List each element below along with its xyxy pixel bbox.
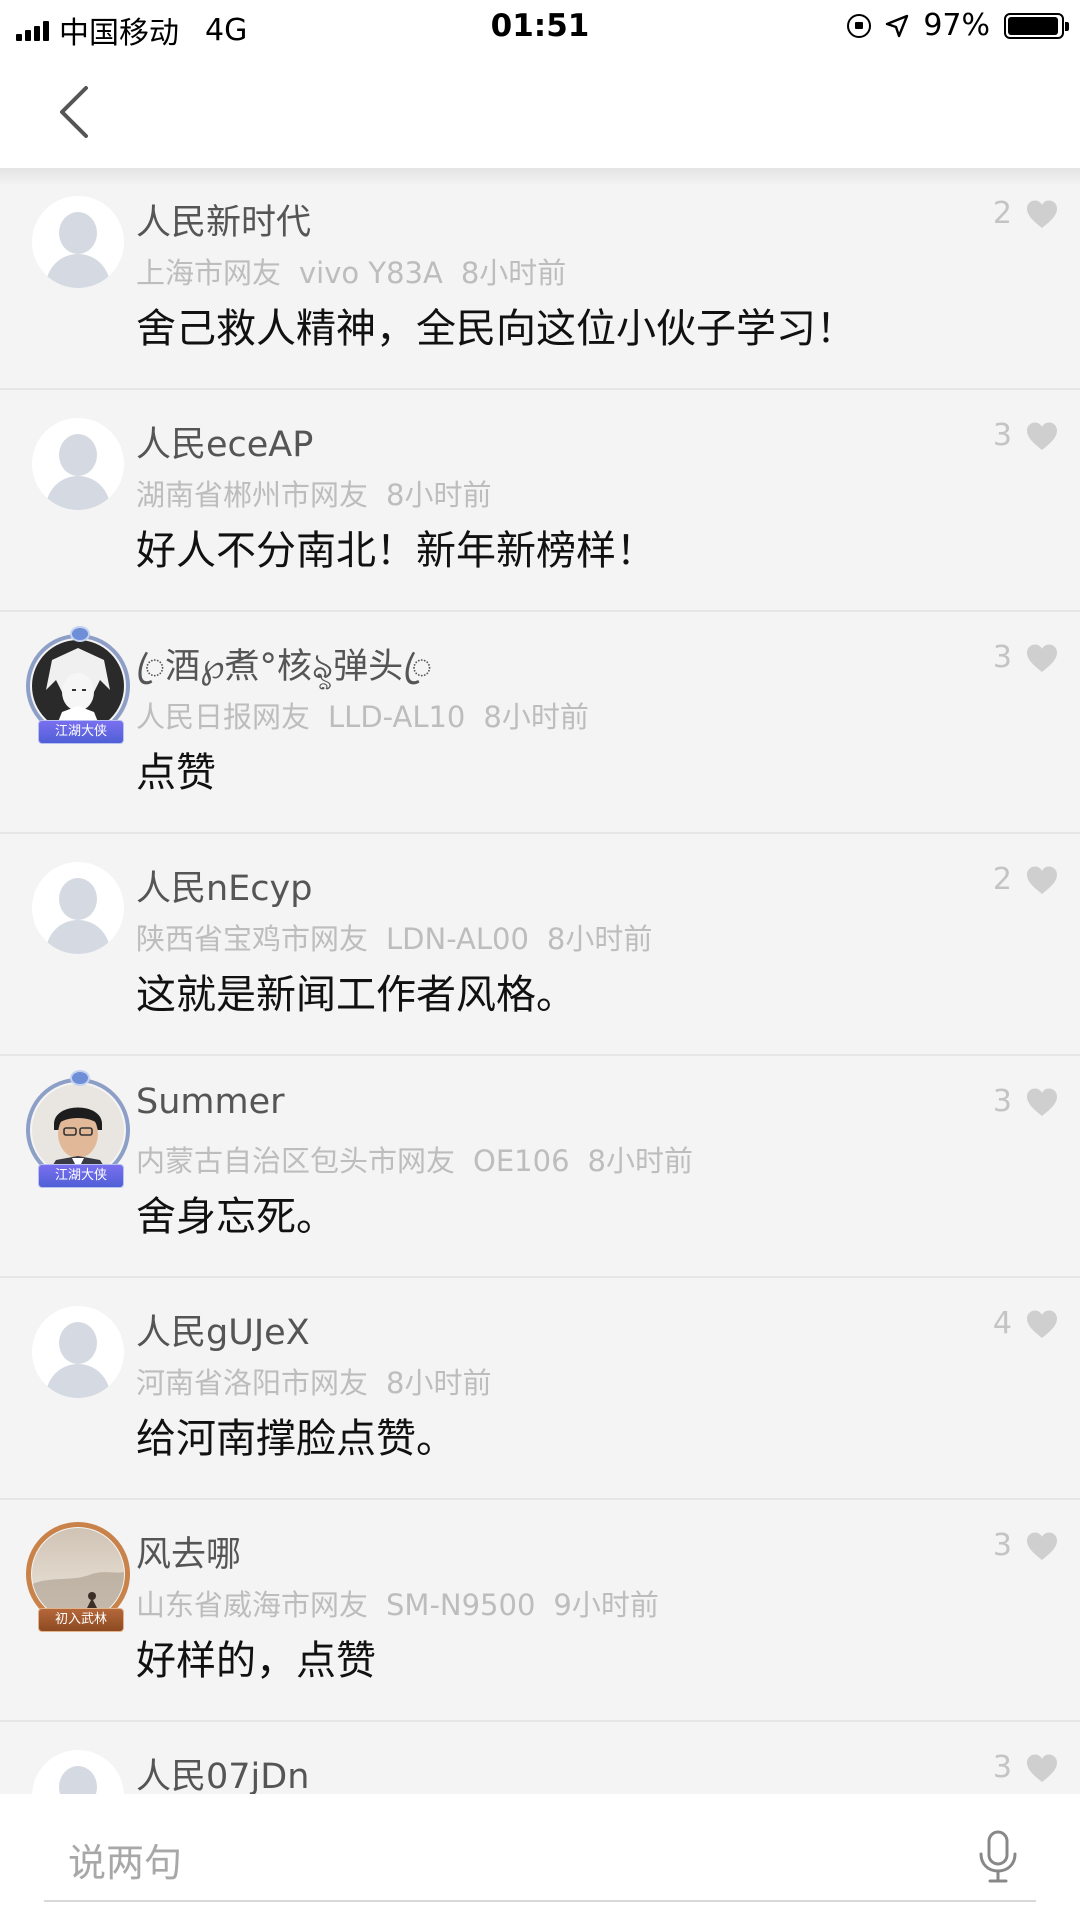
heart-icon bbox=[1027, 1754, 1057, 1782]
comment-username[interactable]: 人民gUJeX bbox=[136, 1304, 310, 1355]
battery-percent: 97% bbox=[923, 8, 990, 43]
heart-icon bbox=[1027, 1532, 1057, 1560]
like-count: 3 bbox=[992, 1528, 1012, 1563]
like-count: 4 bbox=[992, 1306, 1012, 1341]
list-top-shadow bbox=[0, 168, 1080, 186]
comment-device: vivo Y83A bbox=[299, 256, 443, 290]
comment-region: 人民日报网友 bbox=[136, 700, 311, 734]
nav-bar bbox=[0, 56, 1080, 168]
heart-icon bbox=[1027, 644, 1057, 672]
comment-region: 山东省威海市网友 bbox=[136, 1588, 369, 1622]
rotation-lock-icon bbox=[847, 13, 872, 38]
level-badge: 江湖大侠 bbox=[38, 720, 124, 744]
comment-input-bar: 说两句 bbox=[0, 1794, 1080, 1920]
chevron-left-icon bbox=[60, 86, 88, 138]
comment-region: 上海市网友 bbox=[136, 256, 282, 290]
heart-icon bbox=[1027, 200, 1057, 228]
avatar[interactable] bbox=[32, 1306, 124, 1398]
comment-text: 好人不分南北！新年新榜样！ bbox=[136, 528, 656, 574]
comment-time: 8小时前 bbox=[546, 922, 653, 956]
frame-gem-icon bbox=[70, 626, 90, 642]
comment-username[interactable]: 人民nEcyp bbox=[136, 860, 312, 911]
like-count: 3 bbox=[992, 418, 1012, 453]
comment-meta: 上海市网友 vivo Y83A 8小时前 bbox=[136, 250, 566, 292]
comment-device: OE106 bbox=[473, 1144, 570, 1178]
comment-region: 陕西省宝鸡市网友 bbox=[136, 922, 369, 956]
input-underline bbox=[44, 1900, 1036, 1902]
like-button[interactable]: 3 bbox=[993, 418, 1058, 453]
comment-region: 内蒙古自治区包头市网友 bbox=[136, 1144, 456, 1178]
comment-username[interactable]: 风去哪 bbox=[136, 1526, 241, 1577]
like-button[interactable]: 2 bbox=[993, 196, 1058, 231]
comment-meta: 内蒙古自治区包头市网友 OE106 8小时前 bbox=[136, 1138, 693, 1180]
heart-icon bbox=[1027, 1088, 1057, 1116]
comment-time: 8小时前 bbox=[483, 700, 589, 734]
comment-meta: 河南省洛阳市网友 8小时前 bbox=[136, 1360, 491, 1402]
comment-item: 人民07jDn 3 bbox=[0, 1722, 1080, 1794]
comment-meta: 湖南省郴州市网友 8小时前 bbox=[136, 472, 491, 514]
comment-text: 好样的，点赞 bbox=[136, 1638, 376, 1684]
comment-region: 湖南省郴州市网友 bbox=[136, 478, 369, 512]
level-badge: 江湖大侠 bbox=[38, 1164, 124, 1188]
level-badge: 初入武林 bbox=[38, 1608, 124, 1632]
comment-username[interactable]: 人民eceAP bbox=[136, 416, 313, 467]
comment-username[interactable]: 人民新时代 bbox=[136, 194, 311, 245]
frame-gem-icon bbox=[70, 1070, 90, 1086]
comment-item: 人民gUJeX 河南省洛阳市网友 8小时前 给河南撑脸点赞。 4 bbox=[0, 1278, 1080, 1500]
comment-device: LLD-AL10 bbox=[328, 700, 466, 734]
comment-region: 河南省洛阳市网友 bbox=[136, 1366, 369, 1400]
comment-list[interactable]: 人民新时代 上海市网友 vivo Y83A 8小时前 舍己救人精神，全民向这位小伙子… bbox=[0, 168, 1080, 1794]
heart-icon bbox=[1027, 422, 1057, 450]
comment-text: 点赞 bbox=[136, 750, 216, 796]
like-button[interactable]: 3 bbox=[993, 1084, 1058, 1119]
like-count: 3 bbox=[992, 1750, 1012, 1785]
comment-username[interactable]: Summer bbox=[136, 1082, 285, 1122]
comment-meta: 陕西省宝鸡市网友 LDN-AL00 8小时前 bbox=[136, 916, 652, 958]
avatar[interactable] bbox=[32, 1750, 124, 1794]
comment-text: 舍身忘死。 bbox=[136, 1194, 336, 1240]
like-count: 3 bbox=[992, 1084, 1012, 1119]
comment-meta: 人民日报网友 LLD-AL10 8小时前 bbox=[136, 694, 589, 736]
comment-item: 江湖大侠 ꦿ酒℘煮°核ৡ弹头ꦿ 人民日报网友 LLD-AL10 8小时前 点赞 3 bbox=[0, 612, 1080, 834]
comment-item: 江湖大侠 Summer 内蒙古自治区包头市网友 OE106 8小时前 舍身忘死。 3 bbox=[0, 1056, 1080, 1278]
like-count: 2 bbox=[992, 196, 1012, 231]
heart-icon bbox=[1027, 1310, 1057, 1338]
comment-item: 初入武林 风去哪 山东省威海市网友 SM-N9500 9小时前 好样的，点赞 3 bbox=[0, 1500, 1080, 1722]
comment-text: 舍己救人精神，全民向这位小伙子学习！ bbox=[136, 306, 856, 352]
heart-icon bbox=[1027, 866, 1057, 894]
like-button[interactable]: 2 bbox=[993, 862, 1058, 897]
like-button[interactable]: 3 bbox=[993, 640, 1058, 675]
like-count: 3 bbox=[992, 640, 1012, 675]
comment-meta: 山东省威海市网友 SM-N9500 9小时前 bbox=[136, 1582, 659, 1624]
comment-input[interactable]: 说两句 bbox=[68, 1832, 182, 1887]
status-bar: 中国移动 4G 01:51 97% bbox=[0, 0, 1080, 56]
back-button[interactable] bbox=[44, 82, 104, 142]
comment-device: LDN-AL00 bbox=[386, 922, 529, 956]
comment-time: 9小时前 bbox=[553, 1588, 659, 1622]
battery-icon bbox=[1004, 12, 1069, 39]
avatar[interactable] bbox=[32, 418, 124, 510]
comment-item: 人民eceAP 湖南省郴州市网友 8小时前 好人不分南北！新年新榜样！ 3 bbox=[0, 390, 1080, 612]
comment-time: 8小时前 bbox=[460, 256, 567, 290]
comment-item: 人民nEcyp 陕西省宝鸡市网友 LDN-AL00 8小时前 这就是新闻工作者风格。… bbox=[0, 834, 1080, 1056]
comment-device: SM-N9500 bbox=[386, 1588, 536, 1622]
like-button[interactable]: 3 bbox=[993, 1750, 1058, 1785]
avatar[interactable] bbox=[32, 862, 124, 954]
microphone-icon[interactable] bbox=[976, 1830, 1020, 1884]
like-button[interactable]: 3 bbox=[993, 1528, 1058, 1563]
comment-time: 8小时前 bbox=[386, 1366, 492, 1400]
comment-text: 给河南撑脸点赞。 bbox=[136, 1416, 456, 1462]
like-button[interactable]: 4 bbox=[993, 1306, 1058, 1341]
avatar[interactable] bbox=[32, 196, 124, 288]
comment-time: 8小时前 bbox=[386, 478, 492, 512]
comment-item: 人民新时代 上海市网友 vivo Y83A 8小时前 舍己救人精神，全民向这位小伙子… bbox=[0, 168, 1080, 390]
comment-time: 8小时前 bbox=[587, 1144, 693, 1178]
comment-username[interactable]: 人民07jDn bbox=[136, 1748, 309, 1794]
location-arrow-icon bbox=[886, 14, 909, 37]
like-count: 2 bbox=[992, 862, 1012, 897]
comment-text: 这就是新闻工作者风格。 bbox=[136, 972, 576, 1018]
